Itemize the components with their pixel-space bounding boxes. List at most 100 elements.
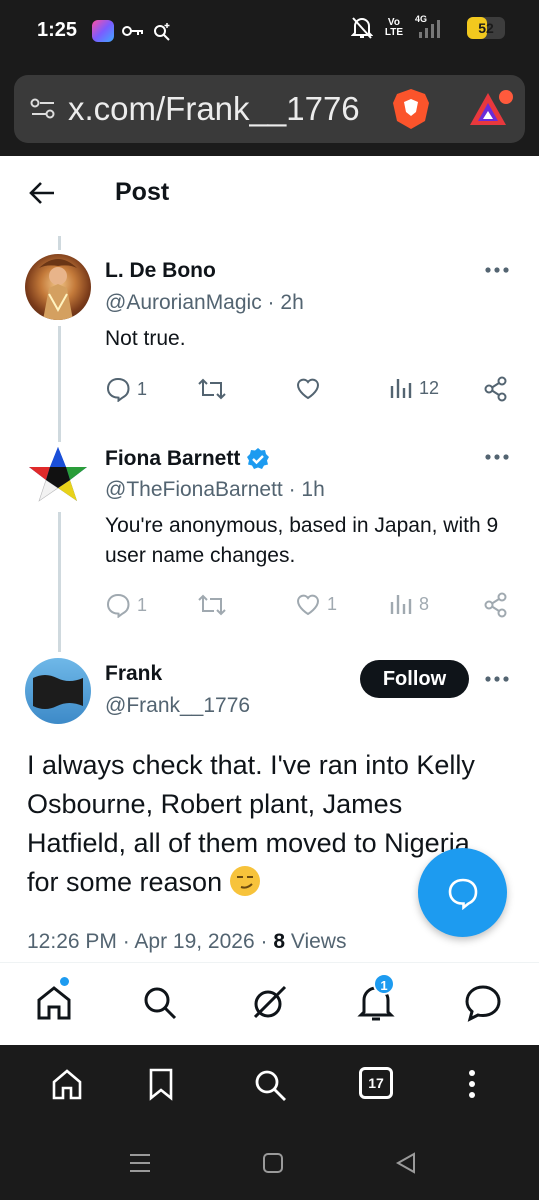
- handle-text[interactable]: @AurorianMagic: [105, 291, 262, 314]
- timestamp-text: 12:26 PM · Apr 19, 2026 ·: [27, 930, 274, 953]
- author-handle[interactable]: @Frank__1776: [105, 694, 250, 718]
- browser-search-button[interactable]: [252, 1067, 288, 1108]
- reply-icon: [106, 593, 130, 618]
- tweet-actions: 1 12: [105, 376, 515, 406]
- post-header: Post: [0, 156, 539, 232]
- nav-home[interactable]: [34, 977, 74, 1028]
- views-icon: [390, 595, 412, 614]
- battery-level: 52: [478, 20, 494, 36]
- recents-icon: [130, 1154, 150, 1172]
- reply-count: 1: [137, 378, 148, 399]
- more-options-icon[interactable]: [484, 266, 510, 274]
- status-bar: 1:25 Vo LTE 4G 52: [0, 0, 539, 62]
- unread-dot: [60, 977, 69, 986]
- status-left-icons: [92, 20, 172, 42]
- avatar[interactable]: [25, 658, 91, 724]
- notification-badge: 1: [373, 973, 395, 995]
- reply-icon: [106, 377, 130, 402]
- home-icon: [52, 1069, 82, 1100]
- follow-button[interactable]: Follow: [360, 660, 469, 698]
- key-icon: [122, 26, 143, 36]
- view-count: 12: [419, 377, 440, 398]
- like-button[interactable]: [295, 376, 321, 400]
- menu-icon: [469, 1070, 475, 1098]
- verified-badge-icon: [247, 448, 270, 469]
- views-icon: [390, 379, 412, 398]
- share-button[interactable]: [483, 592, 509, 618]
- android-nav-bar: [0, 1130, 539, 1200]
- volte-indicator: Vo LTE: [385, 18, 403, 38]
- post-time: 2h: [280, 291, 304, 314]
- recents-button[interactable]: [128, 1152, 152, 1179]
- author-name[interactable]: L. De Bono: [105, 259, 216, 283]
- android-home-icon: [263, 1153, 283, 1173]
- like-button[interactable]: 1: [295, 592, 337, 616]
- nav-search[interactable]: [140, 983, 180, 1028]
- reply-bubble-icon: [448, 878, 477, 910]
- handle-text[interactable]: @TheFionaBarnett: [105, 478, 283, 501]
- thread-line: [58, 512, 61, 652]
- reply-count: 1: [137, 594, 148, 615]
- home-icon: [37, 986, 71, 1020]
- tweet-text: You're anonymous, based in Japan, with 9…: [105, 514, 499, 567]
- bookmarks-button[interactable]: [146, 1067, 176, 1106]
- repost-icon: [198, 594, 226, 616]
- brave-shield-icon[interactable]: [390, 87, 432, 131]
- android-back-button[interactable]: [395, 1152, 417, 1179]
- tabs-icon: 17: [359, 1067, 393, 1099]
- author-name[interactable]: Frank: [105, 662, 162, 686]
- views-button[interactable]: 12: [389, 376, 439, 400]
- author-name[interactable]: Fiona Barnett: [105, 447, 270, 471]
- nav-grok[interactable]: [249, 983, 289, 1028]
- more-options-icon[interactable]: [484, 453, 510, 461]
- repost-button[interactable]: [197, 376, 227, 402]
- repost-button[interactable]: [197, 592, 227, 618]
- brave-rewards-icon[interactable]: [466, 87, 516, 131]
- browser-toolbar: 17: [0, 1045, 539, 1130]
- views-button[interactable]: 8: [389, 592, 429, 616]
- app-badge-icon: [92, 20, 114, 42]
- avatar[interactable]: [25, 254, 91, 320]
- share-icon: [484, 592, 507, 618]
- x-bottom-nav: 1: [0, 962, 539, 1045]
- battery-icon: 52: [467, 17, 505, 39]
- thread-line: [58, 326, 61, 442]
- post-timestamp: 12:26 PM · Apr 19, 2026 · 8 Views: [27, 930, 346, 954]
- smirking-face-emoji: [229, 866, 260, 896]
- mute-icon: [350, 17, 373, 39]
- views-label: Views: [285, 930, 347, 953]
- url-text[interactable]: x.com/Frank__1776: [68, 90, 388, 128]
- compose-reply-fab[interactable]: [418, 848, 507, 937]
- grok-icon: [253, 985, 287, 1019]
- nav-messages[interactable]: [463, 983, 503, 1028]
- search-icon: [144, 987, 177, 1020]
- site-settings-icon[interactable]: [30, 97, 56, 121]
- android-home-button[interactable]: [262, 1152, 284, 1179]
- status-time: 1:25: [37, 19, 78, 41]
- browser-menu-button[interactable]: [462, 1067, 482, 1106]
- url-bar[interactable]: x.com/Frank__1776: [14, 75, 525, 143]
- more-options-icon[interactable]: [484, 675, 510, 683]
- tabs-button[interactable]: 17: [359, 1067, 393, 1099]
- network-type: 4G: [415, 14, 428, 24]
- bookmark-icon: [149, 1068, 173, 1101]
- thread-line: [58, 236, 61, 250]
- tweet-actions: 1 1 8: [105, 592, 515, 622]
- avatar[interactable]: [25, 443, 91, 509]
- reply-button[interactable]: 1: [105, 592, 147, 618]
- page-title: Post: [115, 178, 170, 206]
- author-name-text[interactable]: Frank: [105, 662, 162, 686]
- nav-notifications[interactable]: 1: [356, 973, 396, 1028]
- browser-bar: x.com/Frank__1776: [0, 62, 539, 156]
- share-icon: [484, 376, 507, 402]
- volte-bottom: LTE: [384, 27, 403, 38]
- android-back-icon: [395, 1152, 415, 1174]
- back-arrow-icon[interactable]: [28, 178, 56, 208]
- author-name-text[interactable]: L. De Bono: [105, 259, 216, 283]
- reply-button[interactable]: 1: [105, 376, 147, 402]
- author-name-text[interactable]: Fiona Barnett: [105, 447, 240, 471]
- share-button[interactable]: [483, 376, 509, 402]
- author-handle: @TheFionaBarnett · 1h: [105, 478, 325, 501]
- browser-home-button[interactable]: [50, 1067, 84, 1106]
- signal-icon: 4G: [415, 14, 455, 40]
